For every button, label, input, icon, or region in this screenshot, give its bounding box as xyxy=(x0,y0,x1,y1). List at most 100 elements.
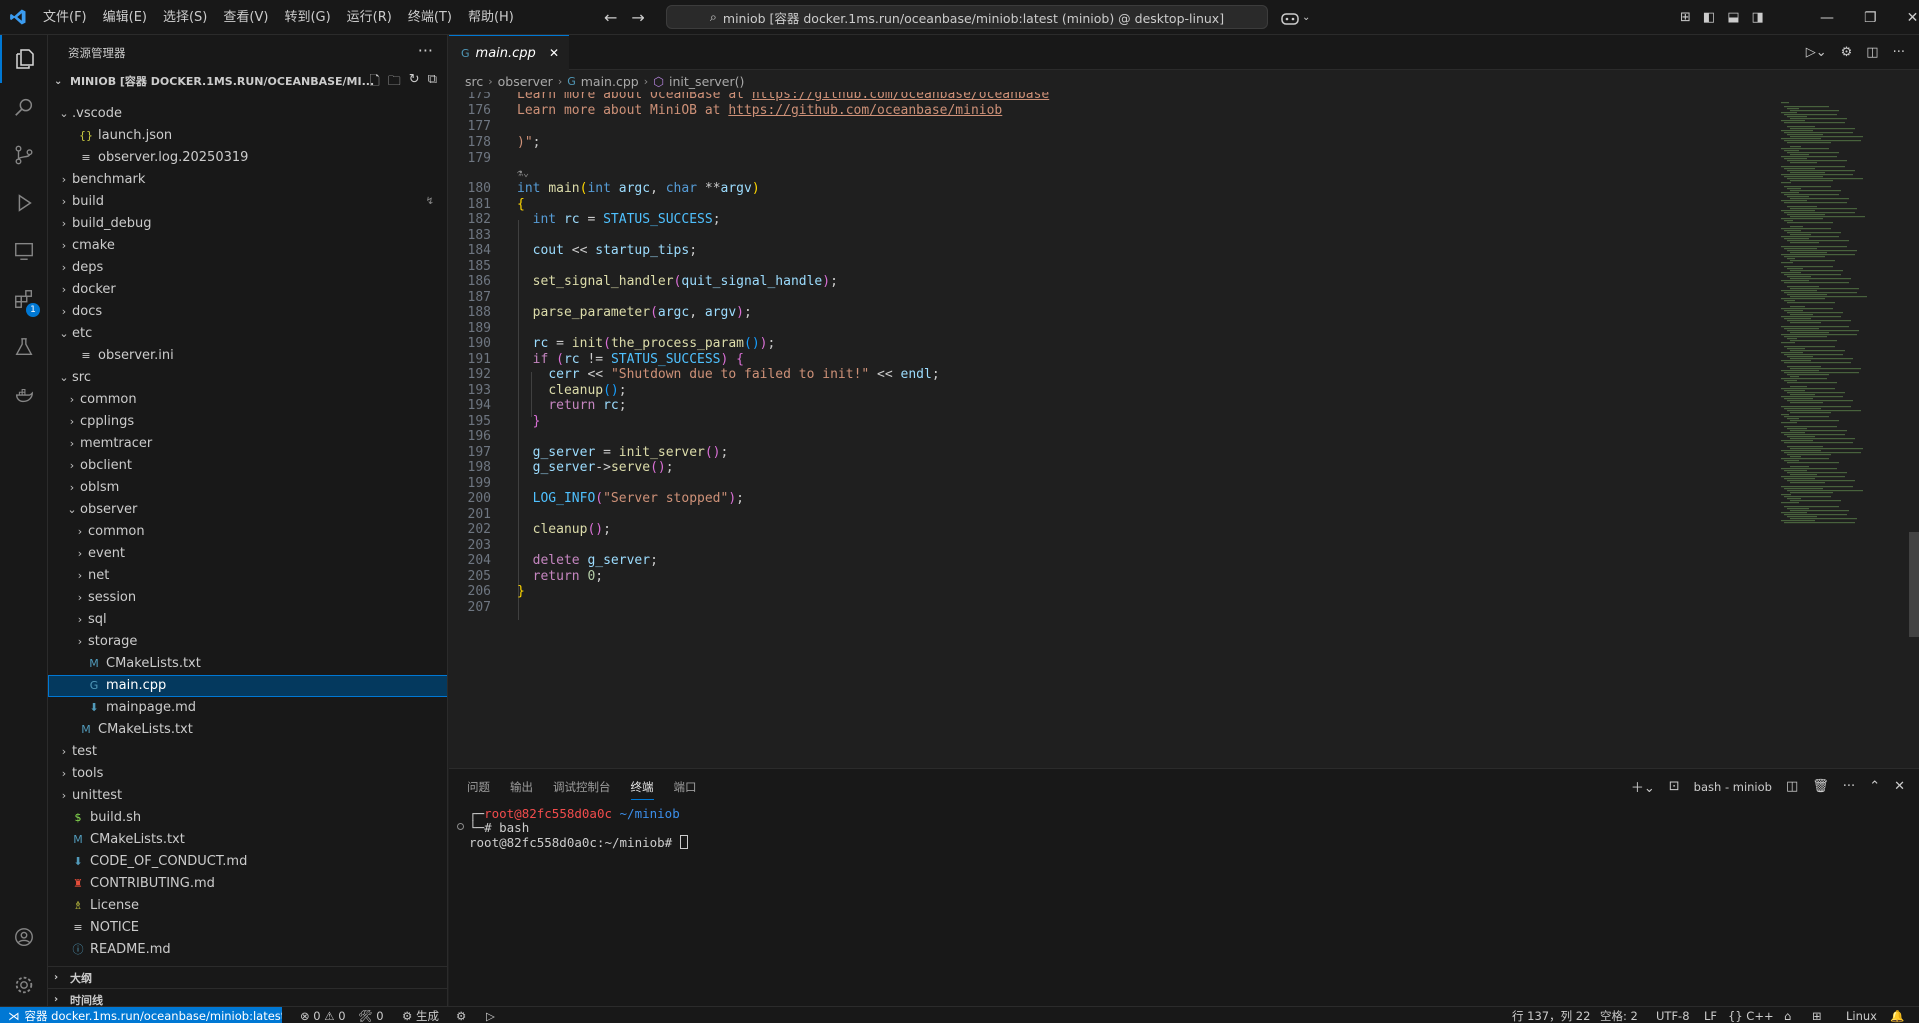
toggle-sidebar-icon[interactable]: ◧ xyxy=(1703,10,1715,25)
tree-file[interactable]: ⬇ mainpage.md xyxy=(48,697,447,719)
tree-file[interactable]: M CMakeLists.txt xyxy=(48,719,447,741)
tree-file[interactable]: Gmain.cpp xyxy=(48,675,447,697)
minimap[interactable] xyxy=(1779,92,1899,768)
tree-folder[interactable]: › deps xyxy=(48,257,447,279)
menu-item[interactable]: 终端(T) xyxy=(400,0,460,35)
tree-folder[interactable]: › obclient xyxy=(48,455,447,477)
editor-scrollbar[interactable] xyxy=(1909,92,1919,768)
split-terminal-icon[interactable]: ◫ xyxy=(1786,779,1798,794)
panel-tab[interactable]: 终端 xyxy=(630,779,654,800)
encoding[interactable]: UTF-8 xyxy=(1656,1007,1690,1023)
tree-folder[interactable]: ⌄ etc xyxy=(48,323,447,345)
tree-folder[interactable]: › storage xyxy=(48,631,447,653)
explorer-icon[interactable] xyxy=(0,35,48,83)
tree-folder[interactable]: ⌄ .vscode xyxy=(48,103,447,125)
tree-folder[interactable]: › sql xyxy=(48,609,447,631)
tree-folder[interactable]: › cmake xyxy=(48,235,447,257)
tree-folder[interactable]: › oblsm xyxy=(48,477,447,499)
maximize-panel-icon[interactable]: ⌃ xyxy=(1869,779,1880,794)
breadcrumb-item[interactable]: main.cpp xyxy=(581,74,639,89)
eol[interactable]: LF xyxy=(1704,1007,1717,1023)
tree-folder[interactable]: › benchmark xyxy=(48,169,447,191)
tree-folder[interactable]: ⌄ observer xyxy=(48,499,447,521)
run-icon[interactable]: ▷ xyxy=(486,1007,495,1023)
tree-folder[interactable]: › test xyxy=(48,741,447,763)
tree-file[interactable]: ♜ CONTRIBUTING.md xyxy=(48,873,447,895)
new-folder-icon[interactable]: 🗀 xyxy=(388,72,401,94)
panel-tab[interactable]: 调试控制台 xyxy=(553,779,611,795)
build-button[interactable]: ⚙ 生成 xyxy=(402,1007,439,1023)
copilot-icon[interactable]: ⌄ xyxy=(1281,0,1310,35)
menu-item[interactable]: 编辑(E) xyxy=(95,0,155,35)
menu-item[interactable]: 运行(R) xyxy=(339,0,400,35)
account-icon[interactable] xyxy=(0,913,48,961)
menu-item[interactable]: 转到(G) xyxy=(276,0,338,35)
customize-layout-icon[interactable]: ⊞ xyxy=(1680,10,1691,25)
tree-folder[interactable]: › event xyxy=(48,543,447,565)
menu-item[interactable]: 文件(F) xyxy=(35,0,95,35)
terminal[interactable]: ┌─root@82fc558d0a0c ~/miniob └─# bash ro… xyxy=(457,807,688,850)
tree-file[interactable]: $ build.sh xyxy=(48,807,447,829)
more-actions-icon[interactable]: ··· xyxy=(418,41,433,60)
tree-file[interactable]: ≡ observer.ini xyxy=(48,345,447,367)
tree-folder[interactable]: ⌄ src xyxy=(48,367,447,389)
panel-tab[interactable]: 端口 xyxy=(674,779,697,795)
panel-tab[interactable]: 问题 xyxy=(467,779,490,795)
restore-icon[interactable]: ❐ xyxy=(1864,10,1877,26)
tree-file[interactable]: M CMakeLists.txt xyxy=(48,653,447,675)
tree-folder[interactable]: › common xyxy=(48,389,447,411)
back-arrow-icon[interactable]: ← xyxy=(604,8,617,27)
code-editor[interactable]: 175 Learn more about OceanBase at https:/… xyxy=(449,92,1769,768)
tree-folder[interactable]: › build_debug xyxy=(48,213,447,235)
timeline-section[interactable]: › 时间线 xyxy=(48,988,447,1006)
minimize-icon[interactable]: — xyxy=(1820,10,1834,26)
tree-file[interactable]: ⬇ CODE_OF_CONDUCT.md xyxy=(48,851,447,873)
source-control-icon[interactable] xyxy=(0,131,48,179)
toggle-secondary-sidebar-icon[interactable]: ◨ xyxy=(1752,10,1764,25)
copilot-status-icon[interactable]: ⌂ xyxy=(1784,1007,1791,1023)
tree-folder[interactable]: › docker xyxy=(48,279,447,301)
project-header[interactable]: ⌄ MINIOB [容器 DOCKER.1MS.RUN/OCEANBASE/MI… xyxy=(48,70,447,92)
breadcrumb-item[interactable]: init_server() xyxy=(669,74,744,89)
close-panel-icon[interactable]: ✕ xyxy=(1894,779,1905,794)
notifications-icon[interactable]: 🔔 xyxy=(1890,1007,1904,1023)
menu-item[interactable]: 选择(S) xyxy=(155,0,215,35)
layout-status-icon[interactable]: ⊞ xyxy=(1812,1007,1822,1023)
refresh-icon[interactable]: ↻ xyxy=(409,72,420,94)
scrollbar-thumb[interactable] xyxy=(1909,532,1919,637)
search-icon[interactable] xyxy=(0,83,48,131)
tree-folder[interactable]: › common xyxy=(48,521,447,543)
docker-icon[interactable] xyxy=(0,371,48,419)
tree-folder[interactable]: › memtracer xyxy=(48,433,447,455)
close-icon[interactable]: ✕ xyxy=(549,46,559,60)
remote-indicator[interactable]: ⋊ 容器 docker.1ms.run/oceanbase/miniob:lat… xyxy=(0,1007,282,1023)
problems-indicator[interactable]: ⊗ 0 ⚠ 0 xyxy=(300,1007,346,1023)
tree-file[interactable]: ≡ observer.log.20250319 xyxy=(48,147,447,169)
extensions-icon[interactable]: 1 xyxy=(0,275,48,323)
settings-gear-icon[interactable] xyxy=(0,961,48,1009)
collapse-all-icon[interactable]: ⧉ xyxy=(428,72,437,94)
tree-file[interactable]: ≡ NOTICE xyxy=(48,917,447,939)
tree-folder[interactable]: › session xyxy=(48,587,447,609)
outline-section[interactable]: › 大纲 xyxy=(48,966,447,988)
tree-file[interactable]: {} launch.json xyxy=(48,125,447,147)
trash-icon[interactable]: 🗑 xyxy=(1812,779,1829,794)
testing-icon[interactable] xyxy=(0,323,48,371)
close-window-icon[interactable]: ✕ xyxy=(1907,10,1919,26)
command-center[interactable]: ⌕ miniob [容器 docker.1ms.run/oceanbase/mi… xyxy=(666,5,1268,29)
breadcrumb-item[interactable]: observer xyxy=(498,74,553,89)
menu-item[interactable]: 帮助(H) xyxy=(460,0,522,35)
tree-folder[interactable]: › docs xyxy=(48,301,447,323)
tree-file[interactable]: M CMakeLists.txt xyxy=(48,829,447,851)
new-terminal-icon[interactable]: ＋⌄ xyxy=(1631,777,1655,796)
tree-folder[interactable]: › build ↯ xyxy=(48,191,447,213)
run-icon[interactable]: ▷⌄ xyxy=(1806,45,1827,60)
settings-gear-icon[interactable]: ⚙ xyxy=(1841,45,1853,60)
tree-folder[interactable]: › cpplings xyxy=(48,411,447,433)
cursor-position[interactable]: 行 137，列 22 xyxy=(1512,1007,1590,1023)
tree-file[interactable]: ♗ License xyxy=(48,895,447,917)
ports-indicator[interactable]: 🛠 0 xyxy=(358,1007,384,1023)
indentation[interactable]: 空格: 2 xyxy=(1600,1007,1638,1023)
menu-item[interactable]: 查看(V) xyxy=(215,0,276,35)
split-editor-icon[interactable]: ◫ xyxy=(1866,45,1878,60)
